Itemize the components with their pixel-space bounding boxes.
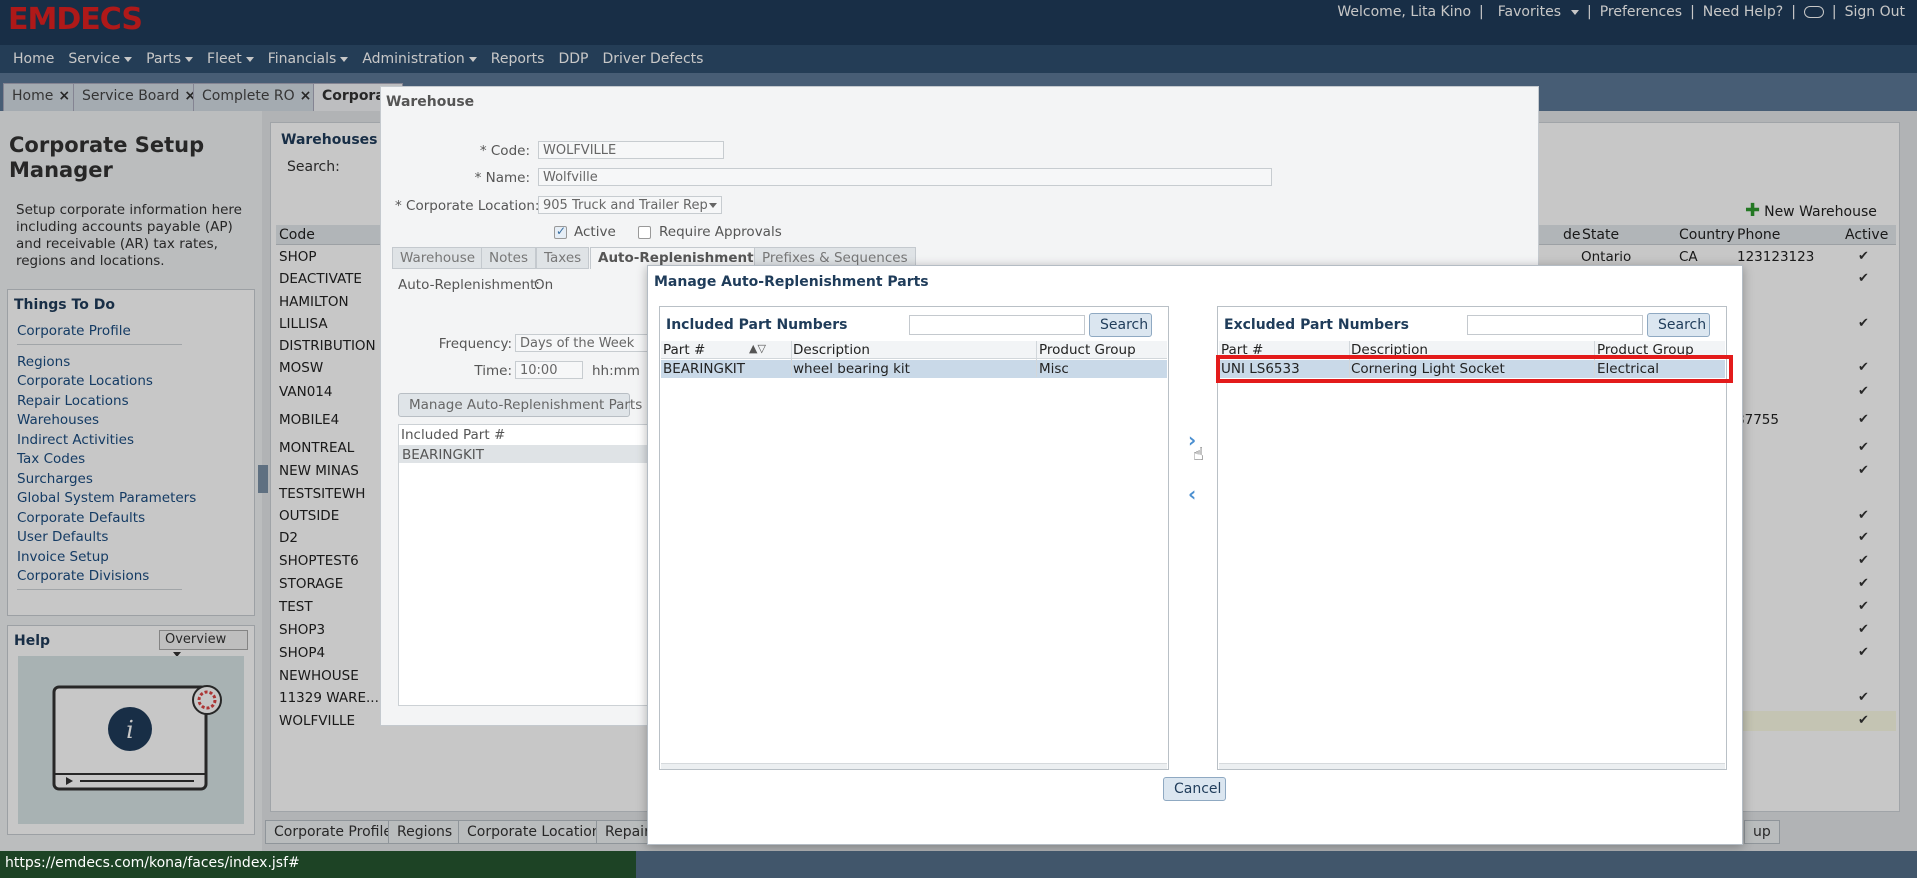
active-label: Active	[574, 224, 616, 240]
included-search-input[interactable]	[909, 315, 1085, 335]
name-label: * Name:	[474, 170, 530, 186]
highlight-box	[1216, 355, 1733, 383]
require-approvals-checkbox[interactable]	[638, 226, 651, 239]
manage-auto-replenishment-button[interactable]: Manage Auto-Replenishment Parts	[398, 393, 642, 417]
time-format-hint: hh:mm	[592, 363, 640, 379]
name-field[interactable]: Wolfville	[538, 168, 1272, 186]
excluded-title: Excluded Part Numbers	[1224, 317, 1409, 333]
included-cell-product-group: Misc	[1039, 361, 1069, 377]
subtab-taxes[interactable]: Taxes	[536, 247, 590, 269]
subtab-notes[interactable]: Notes	[481, 247, 536, 269]
included-parts-preview	[398, 424, 648, 706]
cancel-button[interactable]: Cancel	[1163, 777, 1226, 801]
warehouse-dialog-title: Warehouse	[386, 94, 475, 110]
subtab-warehouse[interactable]: Warehouse	[392, 247, 484, 269]
excluded-search-button[interactable]: Search	[1647, 313, 1710, 337]
corporate-location-select[interactable]: 905 Truck and Trailer Rep	[538, 196, 722, 214]
included-title: Included Part Numbers	[666, 317, 848, 333]
status-url: https://emdecs.com/kona/faces/index.jsf#	[0, 851, 636, 878]
included-cell-part: BEARINGKIT	[663, 361, 746, 377]
manage-dialog-title: Manage Auto-Replenishment Parts	[654, 274, 929, 290]
require-approvals-label: Require Approvals	[659, 224, 782, 240]
code-label: * Code:	[479, 143, 530, 159]
included-part-value: BEARINGKIT	[402, 447, 485, 463]
frequency-select[interactable]: Days of the Week	[515, 334, 655, 352]
corporate-location-label: * Corporate Location:	[395, 198, 540, 214]
chevron-down-icon	[709, 203, 717, 208]
move-left-icon[interactable]: ‹	[1188, 482, 1196, 506]
included-parts-box: Included Part Numbers Search Part # Desc…	[659, 306, 1169, 770]
code-field[interactable]: WOLFVILLE	[538, 141, 724, 159]
cursor-hand-icon: ☝	[1193, 444, 1204, 465]
included-col-part[interactable]: Part #	[663, 342, 705, 358]
included-search-button[interactable]: Search	[1089, 313, 1152, 337]
excluded-scrollbar[interactable]	[1219, 763, 1725, 769]
time-label: Time:	[474, 363, 512, 379]
included-cell-description: wheel bearing kit	[793, 361, 910, 377]
auto-replenishment-label: Auto-Replenishment:	[398, 277, 540, 293]
excluded-search-input[interactable]	[1467, 315, 1643, 335]
time-field[interactable]: 10:00	[515, 361, 583, 379]
active-checkbox[interactable]	[554, 224, 567, 239]
included-part-header: Included Part #	[401, 427, 506, 443]
included-col-description[interactable]: Description	[793, 342, 870, 358]
sort-icon[interactable]: ▲▽	[749, 342, 766, 355]
included-scrollbar[interactable]	[661, 763, 1167, 769]
auto-replenishment-value: On	[534, 277, 554, 293]
frequency-label: Frequency:	[438, 336, 512, 352]
included-col-product-group[interactable]: Product Group	[1039, 342, 1136, 358]
